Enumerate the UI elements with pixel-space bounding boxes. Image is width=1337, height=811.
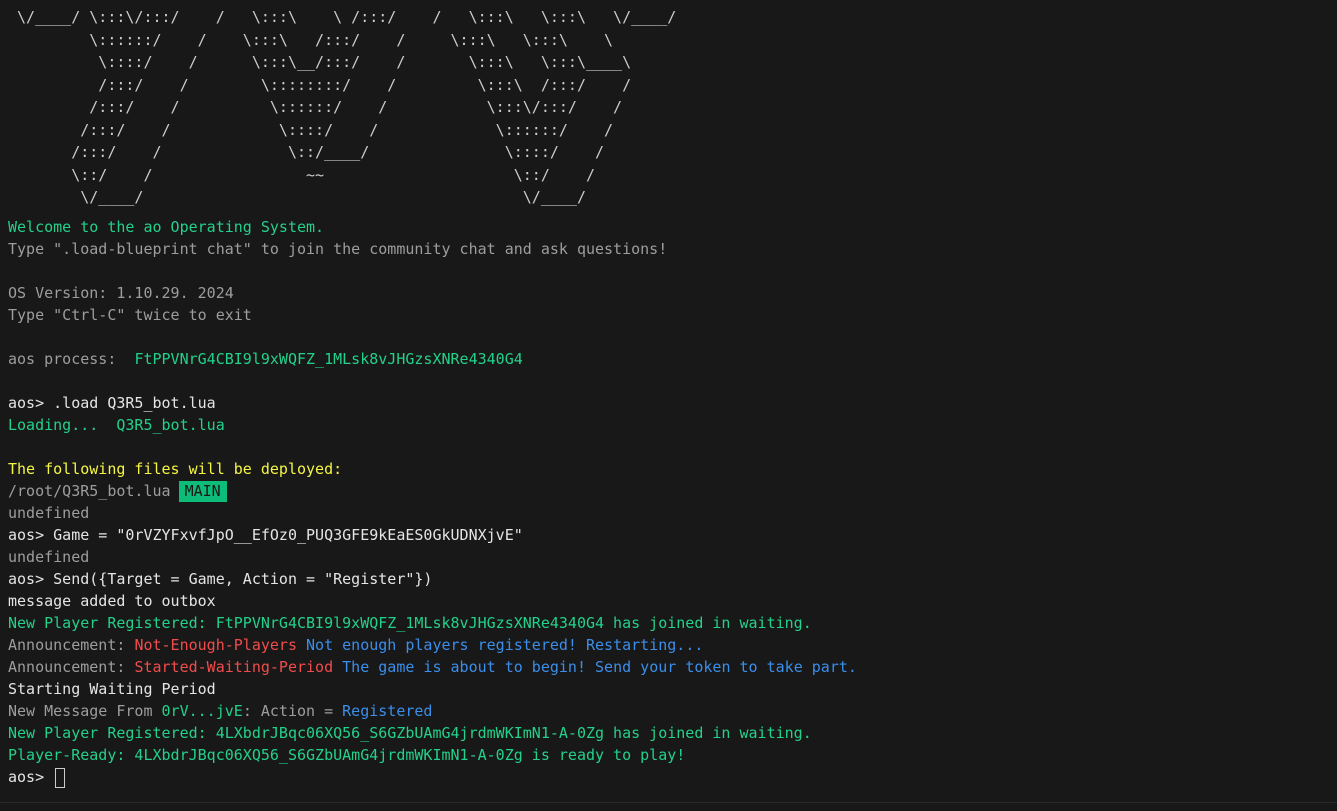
new-message-line: New Message From 0rV...jvE: Action = Reg… bbox=[8, 700, 1337, 722]
loading-label: Loading... bbox=[8, 416, 117, 434]
text-cursor[interactable] bbox=[55, 767, 66, 788]
new-player-line: New Player Registered: FtPPVNrG4CBI9l9xW… bbox=[8, 614, 812, 632]
blueprint-hint-line: Type ".load-blueprint chat" to join the … bbox=[8, 240, 668, 258]
deploy-header-line: The following files will be deployed: bbox=[8, 460, 343, 478]
load-command-line: aos> .load Q3R5_bot.lua bbox=[8, 392, 1337, 414]
game-command-line: aos> Game = "0rVZYFxvfJpO__EfOz0_PUQ3GFE… bbox=[8, 524, 1337, 546]
deploy-path: /root/Q3R5_bot.lua bbox=[8, 482, 171, 500]
announcement-event: Started-Waiting-Period bbox=[134, 658, 334, 676]
process-label: aos process: bbox=[8, 350, 135, 368]
terminal-output[interactable]: Welcome to the ao Operating System. Type… bbox=[8, 6, 1337, 788]
announcement-label: Announcement: bbox=[8, 636, 135, 654]
active-prompt-line[interactable]: aos> bbox=[8, 766, 1337, 788]
outbox-line: message added to outbox bbox=[8, 592, 216, 610]
announcement-event: Not-Enough-Players bbox=[134, 636, 297, 654]
player-ready-line: Player-Ready: 4LXbdrJBqc06XQ56_S6GZbUAmG… bbox=[8, 746, 686, 764]
undefined-line: undefined bbox=[8, 548, 90, 566]
send-command-line: aos> Send({Target = Game, Action = "Regi… bbox=[8, 568, 1337, 590]
send-command: Send({Target = Game, Action = "Register"… bbox=[53, 570, 433, 588]
loading-file: Q3R5_bot.lua bbox=[116, 416, 225, 434]
new-message-action: : Action = bbox=[242, 702, 343, 720]
announcement-message: Not enough players registered! Restartin… bbox=[297, 636, 704, 654]
prompt: aos> bbox=[8, 526, 54, 544]
prompt: aos> bbox=[8, 768, 54, 786]
deploy-file-line: /root/Q3R5_bot.lua MAIN bbox=[8, 480, 1337, 502]
exit-hint-line: Type "Ctrl-C" twice to exit bbox=[8, 306, 252, 324]
prompt: aos> bbox=[8, 394, 54, 412]
main-badge: MAIN bbox=[178, 481, 227, 502]
process-id: FtPPVNrG4CBI9l9xWQFZ_1MLsk8vJHGzsXNRe434… bbox=[134, 350, 523, 368]
loading-line: Loading... Q3R5_bot.lua bbox=[8, 414, 1337, 436]
new-message-value: Registered bbox=[342, 702, 433, 720]
process-line: aos process: FtPPVNrG4CBI9l9xWQFZ_1MLsk8… bbox=[8, 348, 1337, 370]
announcement-line: Announcement: Started-Waiting-Period The… bbox=[8, 656, 1337, 678]
load-command: .load Q3R5_bot.lua bbox=[53, 394, 216, 412]
new-player-line: New Player Registered: 4LXbdrJBqc06XQ56_… bbox=[8, 724, 812, 742]
waiting-period-line: Starting Waiting Period bbox=[8, 680, 216, 698]
announcement-label: Announcement: bbox=[8, 658, 135, 676]
undefined-line: undefined bbox=[8, 504, 90, 522]
new-message-label: New Message From bbox=[8, 702, 162, 720]
game-command: Game = "0rVZYFxvfJpO__EfOz0_PUQ3GFE9kEaE… bbox=[53, 526, 523, 544]
prompt: aos> bbox=[8, 570, 54, 588]
announcement-message: The game is about to begin! Send your to… bbox=[333, 658, 857, 676]
welcome-line: Welcome to the ao Operating System. bbox=[8, 218, 325, 236]
status-bar bbox=[0, 802, 1337, 811]
os-version-line: OS Version: 1.10.29. 2024 bbox=[8, 284, 234, 302]
new-message-sender: 0rV...jvE bbox=[161, 702, 243, 720]
ascii-spacer bbox=[8, 6, 1337, 204]
announcement-line: Announcement: Not-Enough-Players Not eno… bbox=[8, 634, 1337, 656]
